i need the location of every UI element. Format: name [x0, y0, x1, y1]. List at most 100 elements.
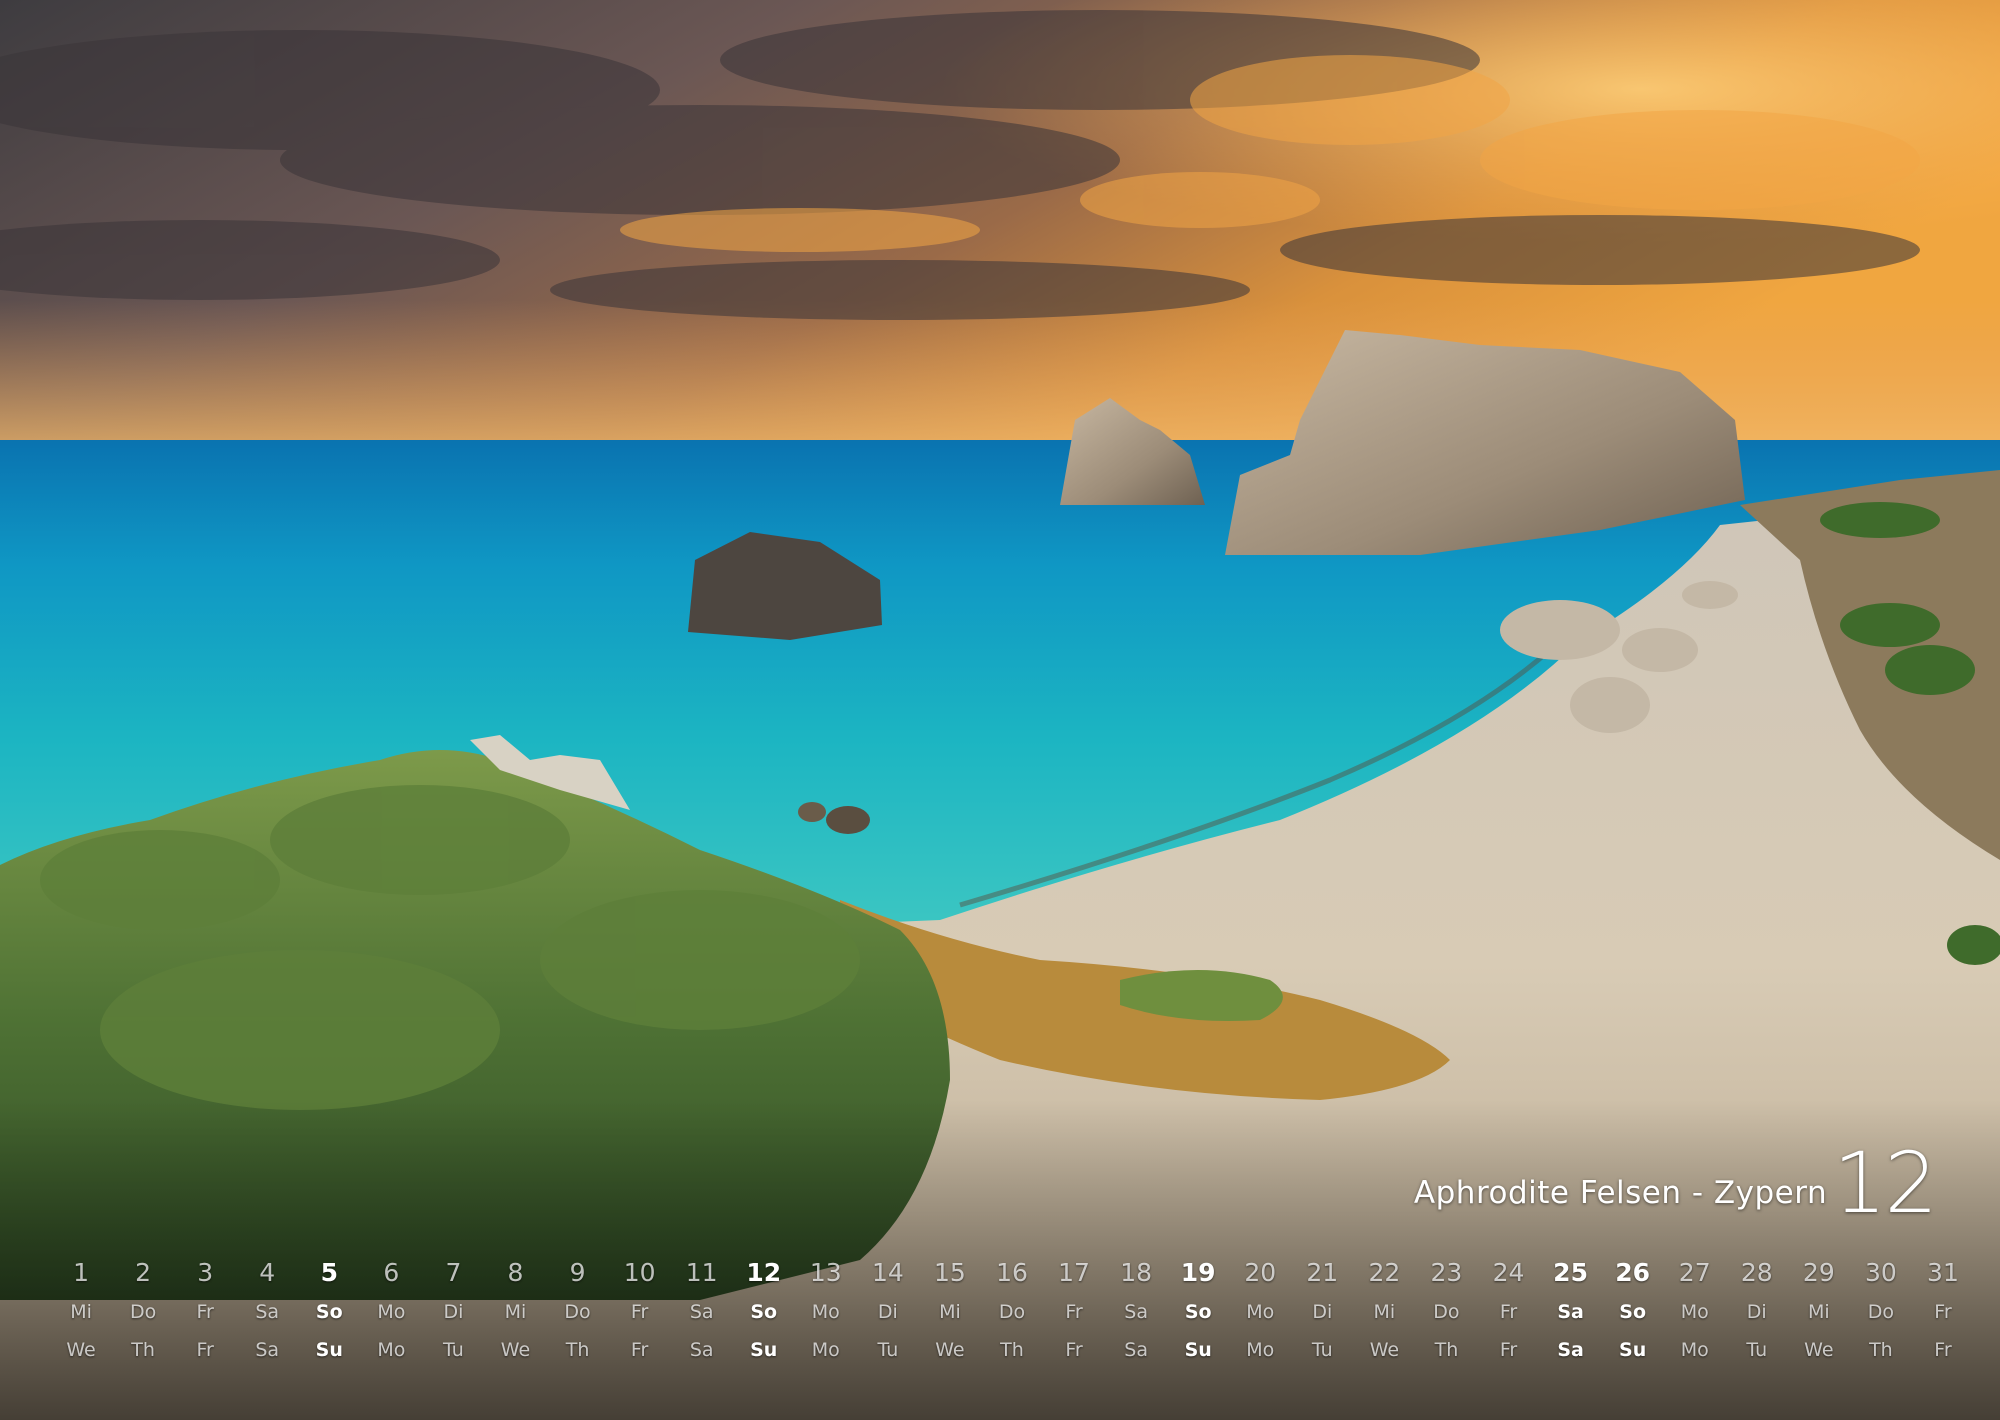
weekday-german: Di	[877, 1301, 898, 1323]
weekday-english: Fr	[1499, 1339, 1518, 1361]
day-number: 10	[623, 1258, 656, 1287]
weekday-german: Mi	[504, 1301, 527, 1323]
weekday-english: Mo	[1680, 1339, 1709, 1361]
weekday-german: Do	[564, 1301, 591, 1323]
weekday-german: Fr	[630, 1301, 649, 1323]
calendar-day: 11 Sa Sa	[671, 1253, 733, 1369]
calendar-day: 31 Fr Fr	[1912, 1253, 1974, 1369]
weekday-german: Fr	[1499, 1301, 1518, 1323]
weekday-german: Sa	[255, 1301, 280, 1323]
day-number: 12	[746, 1258, 782, 1287]
calendar-day: 5 So Su	[298, 1253, 360, 1369]
weekday-english: Fr	[1934, 1339, 1952, 1361]
weekday-german: Do	[998, 1301, 1026, 1323]
calendar-day: 1 Mi We	[50, 1253, 112, 1369]
day-number: 13	[809, 1258, 842, 1287]
weekday-english: Fr	[1065, 1339, 1083, 1361]
weekday-english: Mo	[1246, 1339, 1275, 1361]
calendar-page: Aphrodite Felsen - Zypern 12 1 Mi We 2 Do Th 3…	[0, 0, 2000, 1420]
weekday-english: Su	[1619, 1339, 1647, 1361]
calendar-day: 3 Fr Fr	[174, 1253, 236, 1369]
weekday-english: Su	[315, 1339, 343, 1361]
calendar-day: 16 Do Th	[981, 1253, 1043, 1369]
weekday-german: Mo	[1680, 1301, 1709, 1323]
calendar-day: 20 Mo Mo	[1229, 1253, 1291, 1369]
photo-title: Aphrodite Felsen - Zypern	[1413, 1175, 1828, 1212]
calendar-day: 19 So Su	[1167, 1253, 1229, 1369]
weekday-german: Fr	[1934, 1301, 1952, 1323]
calendar-day: 26 So Su	[1602, 1253, 1664, 1369]
day-number: 29	[1802, 1258, 1835, 1287]
weekday-english: Mo	[811, 1339, 840, 1361]
day-number: 31	[1927, 1258, 1959, 1287]
weekday-german: Di	[1312, 1301, 1333, 1323]
day-number: 22	[1368, 1258, 1401, 1287]
calendar-day: 27 Mo Mo	[1664, 1253, 1726, 1369]
weekday-german: Mi	[939, 1301, 961, 1323]
photo-caption: Aphrodite Felsen - Zypern 12	[1413, 1141, 1938, 1225]
day-number: 25	[1553, 1258, 1588, 1287]
day-number: 9	[569, 1258, 586, 1287]
calendar-day: 25 Sa Sa	[1540, 1253, 1602, 1369]
weekday-german: Di	[443, 1301, 464, 1323]
weekday-german: Do	[1433, 1301, 1460, 1323]
day-number: 7	[445, 1258, 462, 1287]
calendar-day: 24 Fr Fr	[1477, 1253, 1539, 1369]
weekday-english: Tu	[443, 1339, 464, 1361]
day-number: 16	[996, 1258, 1028, 1287]
calendar-day: 15 Mi We	[919, 1253, 981, 1369]
day-number: 24	[1492, 1258, 1525, 1287]
day-number: 26	[1615, 1258, 1651, 1287]
weekday-german: Mo	[377, 1301, 406, 1323]
day-number: 1	[73, 1258, 89, 1287]
weekday-english: Th	[1434, 1339, 1459, 1361]
day-number: 4	[259, 1258, 276, 1287]
day-number: 2	[135, 1258, 152, 1287]
calendar-day: 23 Do Th	[1415, 1253, 1477, 1369]
weekday-english: We	[935, 1339, 965, 1361]
day-number: 23	[1430, 1258, 1463, 1287]
calendar-day: 13 Mo Mo	[795, 1253, 857, 1369]
day-number: 19	[1180, 1258, 1216, 1287]
weekday-english: Sa	[689, 1339, 714, 1361]
calendar-strip: 1 Mi We 2 Do Th 3 Fr Fr 4 Sa Sa 5 So Su 6 Mo Mo 7 Di Tu 8 Mi We…	[50, 1253, 1974, 1369]
weekday-english: Tu	[877, 1339, 899, 1361]
day-number: 14	[871, 1258, 904, 1287]
day-number: 15	[934, 1258, 966, 1287]
day-number: 18	[1120, 1258, 1153, 1287]
weekday-english: Mo	[377, 1339, 406, 1361]
weekday-english: Fr	[630, 1339, 649, 1361]
calendar-day: 30 Do Th	[1850, 1253, 1912, 1369]
day-number: 30	[1864, 1258, 1897, 1287]
weekday-english: Th	[1869, 1339, 1893, 1361]
weekday-english: Th	[131, 1339, 155, 1361]
weekday-german: Do	[1867, 1301, 1895, 1323]
weekday-german: So	[750, 1301, 778, 1323]
weekday-english: Sa	[1557, 1339, 1584, 1361]
weekday-german: Fr	[196, 1301, 214, 1323]
day-number: 6	[383, 1258, 400, 1287]
weekday-german: Do	[129, 1301, 157, 1323]
weekday-english: We	[1804, 1339, 1834, 1361]
weekday-english: Th	[1000, 1339, 1024, 1361]
weekday-english: Sa	[255, 1339, 280, 1361]
day-number: 17	[1058, 1258, 1090, 1287]
calendar-day: 28 Di Tu	[1726, 1253, 1788, 1369]
calendar-day: 2 Do Th	[112, 1253, 174, 1369]
weekday-english: Su	[750, 1339, 778, 1361]
weekday-german: Mo	[1246, 1301, 1275, 1323]
calendar-day: 8 Mi We	[484, 1253, 546, 1369]
weekday-english: We	[66, 1339, 96, 1361]
weekday-german: Fr	[1065, 1301, 1083, 1323]
weekday-german: Sa	[1557, 1301, 1584, 1323]
calendar-day: 9 Do Th	[547, 1253, 609, 1369]
day-number: 21	[1306, 1258, 1339, 1287]
day-number: 8	[507, 1258, 524, 1287]
weekday-german: Mi	[1373, 1301, 1396, 1323]
weekday-german: So	[315, 1301, 343, 1323]
weekday-english: Su	[1184, 1339, 1212, 1361]
calendar-day: 21 Di Tu	[1291, 1253, 1353, 1369]
weekday-german: Mo	[811, 1301, 840, 1323]
day-number: 28	[1740, 1258, 1773, 1287]
weekday-german: Mi	[1807, 1301, 1830, 1323]
